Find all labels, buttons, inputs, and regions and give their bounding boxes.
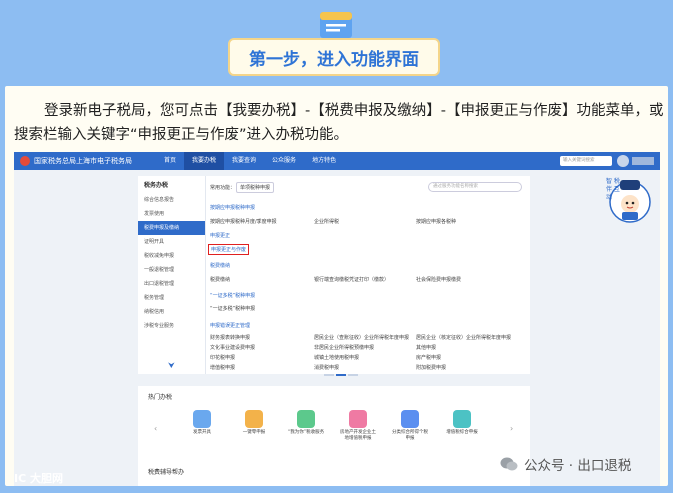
tax-guidance-title: 税费辅导帮办 bbox=[148, 469, 185, 476]
sidebar-item[interactable]: 涉税专业服务 bbox=[138, 319, 205, 333]
sidebar-item[interactable]: 出口退税管理 bbox=[138, 277, 205, 291]
portal-screenshot: 国家税务总局上海市电子税务局 首页 我要办税 我要查询 公众服务 地方特色 输入… bbox=[14, 152, 660, 486]
menu-item-highlighted[interactable]: 申报更正与作废 bbox=[208, 244, 250, 255]
menu-item[interactable]: 城镇土地使用税申报 bbox=[314, 354, 359, 361]
menu-item[interactable]: 房产税申报 bbox=[416, 354, 441, 361]
menu-content: 常用功能： 单项税种申报 通过服务功能名称搜索 按期应申报税种申报 按期应申报税… bbox=[208, 180, 526, 372]
menu-item[interactable]: “一证多税”税种申报 bbox=[210, 305, 255, 312]
sidebar: 税务办税 综合信息报告 发票使用 税费申报及缴纳 证明开具 税收减免申报 一般退… bbox=[138, 176, 206, 374]
menu-item[interactable]: 企业所得税 bbox=[314, 218, 339, 225]
watermark-right: 公众号 · 出口退税 bbox=[500, 454, 631, 474]
tax-emblem-icon bbox=[20, 156, 30, 166]
menu-item[interactable]: 社会保险费申报缴费 bbox=[416, 276, 461, 283]
common-label: 常用功能： bbox=[210, 185, 236, 191]
menu-item[interactable]: 附加税费申报 bbox=[416, 364, 446, 371]
section-title: 申报更正 bbox=[210, 233, 231, 239]
nav-tax-handling[interactable]: 我要办税 bbox=[184, 152, 225, 170]
chevron-right-icon[interactable]: › bbox=[510, 424, 513, 433]
menu-item[interactable]: 财务报表转换申报 bbox=[210, 334, 250, 341]
service-tile[interactable]: 房地产开发企业土地增值税申报 bbox=[338, 410, 378, 442]
tax-guidance-panel: 税费辅导帮办 bbox=[138, 462, 530, 486]
sidebar-item[interactable]: 税收减免申报 bbox=[138, 249, 205, 263]
menu-item[interactable]: 按期应申报各税种 bbox=[416, 218, 456, 225]
sidebar-item-active[interactable]: 税费申报及缴纳 bbox=[138, 221, 205, 235]
section-title: “一证多税”税种申报 bbox=[210, 293, 256, 299]
section-title: 按期应申报税种申报 bbox=[210, 205, 256, 211]
menu-item[interactable]: 文化事业建设费申报 bbox=[210, 344, 255, 351]
menu-item[interactable]: 银行端查询缴税凭证打印（缴款） bbox=[314, 276, 389, 283]
chevron-left-icon[interactable]: ‹ bbox=[154, 424, 157, 433]
watermark-text: 公众号 · 出口退税 bbox=[524, 458, 632, 474]
invoice-icon bbox=[193, 410, 211, 428]
nav-query[interactable]: 我要查询 bbox=[224, 152, 264, 170]
menu-item[interactable]: 按期应申报税种月度/季度申报 bbox=[210, 218, 277, 225]
income-tax-icon bbox=[401, 410, 419, 428]
mascot-label: 智 税 伴 互 动 bbox=[606, 178, 620, 201]
main-nav: 首页 我要办税 我要查询 公众服务 地方特色 bbox=[156, 152, 344, 170]
land-tax-icon bbox=[349, 410, 367, 428]
menu-item[interactable]: 消费税申报 bbox=[314, 364, 339, 371]
menu-item[interactable]: 其他申报 bbox=[416, 344, 436, 351]
service-tile[interactable]: 分类综合所得个税申报 bbox=[390, 410, 430, 442]
menu-item[interactable]: 增值税申报 bbox=[210, 364, 235, 371]
wechat-icon bbox=[500, 457, 518, 471]
site-name: 国家税务总局上海市电子税务局 bbox=[34, 157, 132, 165]
chevron-down-icon[interactable]: ⮟ bbox=[168, 361, 175, 371]
nav-home[interactable]: 首页 bbox=[156, 152, 184, 170]
service-icon bbox=[297, 410, 315, 428]
nav-local-feature[interactable]: 地方特色 bbox=[304, 152, 344, 170]
section-title: 税费缴纳 bbox=[210, 263, 231, 269]
hot-services-title: 热门办税 bbox=[148, 394, 173, 401]
content-search-input[interactable]: 通过服务功能名称搜索 bbox=[428, 182, 522, 192]
intro-paragraph: 登录新电子税局，您可点击【我要办税】-【税费申报及缴纳】-【申报更正与作废】功能… bbox=[14, 103, 664, 143]
service-tile[interactable]: “我为你”税收服务 bbox=[286, 410, 326, 436]
sidebar-item[interactable]: 纳税信用 bbox=[138, 305, 205, 319]
sidebar-item[interactable]: 发票使用 bbox=[138, 207, 205, 221]
service-tile[interactable]: 增值税综合申报 bbox=[442, 410, 482, 436]
watermark-left: IC 大胆网 bbox=[14, 472, 63, 485]
sidebar-item[interactable]: 证明开具 bbox=[138, 235, 205, 249]
portal-topbar: 国家税务总局上海市电子税务局 首页 我要办税 我要查询 公众服务 地方特色 输入… bbox=[14, 152, 660, 170]
sidebar-item[interactable]: 一般退税管理 bbox=[138, 263, 205, 277]
vat-icon bbox=[453, 410, 471, 428]
service-tile[interactable]: 发票开具 bbox=[182, 410, 222, 436]
menu-item[interactable]: 居民企业（查账征收）企业所得税年度申报 bbox=[314, 334, 409, 341]
zero-filing-icon bbox=[245, 410, 263, 428]
document-icon bbox=[320, 12, 352, 38]
sidebar-item[interactable]: 税务管理 bbox=[138, 291, 205, 305]
user-name-box[interactable] bbox=[632, 157, 654, 165]
menu-panel: 税务办税 综合信息报告 发票使用 税费申报及缴纳 证明开具 税收减免申报 一般退… bbox=[138, 176, 530, 374]
sidebar-title: 税务办税 bbox=[144, 182, 169, 189]
carousel-dots[interactable] bbox=[324, 374, 358, 376]
hot-services-panel: 热门办税 ‹ › 发票开具 一键零申报 “我为你”税收服务 房地产开发企业土地增… bbox=[138, 386, 530, 466]
menu-item[interactable]: 税费缴纳 bbox=[210, 276, 230, 283]
avatar[interactable] bbox=[617, 155, 629, 167]
top-search-input[interactable]: 输入关键词搜索 bbox=[560, 156, 612, 166]
menu-item[interactable]: 印花税申报 bbox=[210, 354, 235, 361]
menu-item[interactable]: 居民企业（核定征收）企业所得税年度申报 bbox=[416, 334, 511, 341]
nav-public-service[interactable]: 公众服务 bbox=[264, 152, 304, 170]
step-title: 第一步，进入功能界面 bbox=[228, 38, 440, 76]
common-chip[interactable]: 单项税种申报 bbox=[236, 182, 275, 193]
section-title: 申报错误更正管理 bbox=[210, 323, 251, 329]
menu-item[interactable]: 非居民企业所得税预缴申报 bbox=[314, 344, 374, 351]
sidebar-item[interactable]: 综合信息报告 bbox=[138, 193, 205, 207]
service-tile[interactable]: 一键零申报 bbox=[234, 410, 274, 436]
